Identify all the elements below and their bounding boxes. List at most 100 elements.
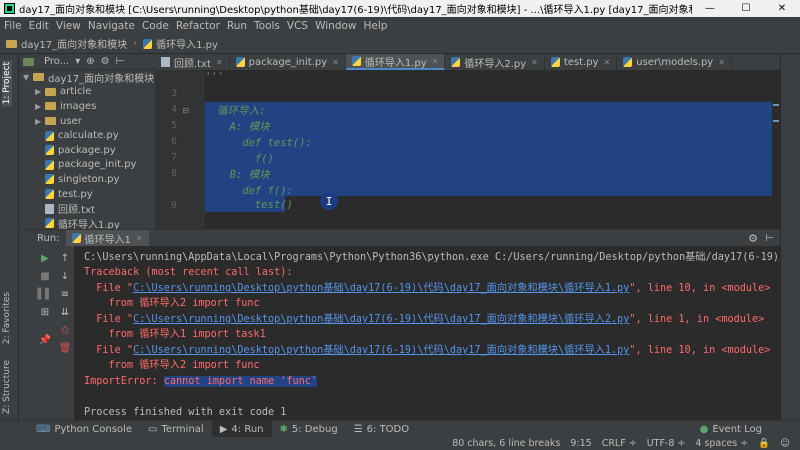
code-line: test() [217,199,293,211]
settings-icon[interactable]: ⚙ [101,56,110,67]
tree-item-label: package_init.py [58,159,137,171]
hide-panel-icon[interactable]: ⊢ [765,233,774,244]
menu-help[interactable]: Help [364,20,388,32]
tab-circular-import1[interactable]: 循环导入1.py ✕ [345,54,446,70]
print-icon[interactable]: ⎙ [59,324,71,336]
chevron-right-icon[interactable]: ▶ [35,102,45,111]
maximize-button[interactable]: ☐ [728,0,764,17]
file-link[interactable]: C:\Users\running\Desktop\python基础\day17(… [133,345,629,356]
tree-root[interactable]: ▼ day17_面向对象和模块 [19,70,155,85]
tab-terminal[interactable]: ▭ Terminal [140,421,212,438]
python-file-icon [45,174,54,185]
editor-scrollbar[interactable] [772,70,780,229]
rerun-icon[interactable]: ▶ [39,252,51,264]
scroll-down-icon[interactable]: ↓ [59,270,71,282]
chevron-down-icon[interactable]: ▾ [75,56,80,67]
menu-edit[interactable]: Edit [29,20,49,32]
menu-file[interactable]: File [4,20,22,32]
tree-item-images[interactable]: ▶ images [19,99,155,114]
pin-icon[interactable]: 📌 [39,334,51,346]
run-icon: ▶ [219,423,228,435]
tab-debug[interactable]: ✱ 5: Debug [272,421,346,438]
console-line: ImportError: cannot import name 'func' [84,374,318,389]
tree-item-package[interactable]: package.py [19,143,155,158]
tab-run[interactable]: ▶ 4: Run [211,420,272,438]
project-tool-tab[interactable]: 1: Project [2,60,12,107]
close-tab-icon[interactable]: ✕ [332,58,339,67]
tab-package-init[interactable]: package_init.py ✕ [230,54,346,70]
fold-icon[interactable]: ⊟ [182,106,189,115]
minimize-button[interactable]: — [692,0,728,17]
tab-python-console[interactable]: ⌨ Python Console [28,421,140,438]
soft-wrap-icon[interactable]: ≡ [59,288,71,300]
file-link[interactable]: C:\Users\running\Desktop\python基础\day17(… [133,314,629,325]
breadcrumb-project[interactable]: day17_面向对象和模块 [21,36,127,51]
menu-vcs[interactable]: VCS [287,20,308,32]
clear-all-icon[interactable]: 🗑 [59,342,72,354]
chevron-right-icon[interactable]: ▶ [35,87,45,96]
menu-view[interactable]: View [56,20,81,32]
hide-panel-icon[interactable]: ⊢ [116,56,125,67]
tab-circular-import2[interactable]: 循环导入2.py ✕ [445,54,545,70]
code-editor[interactable]: ''' 循环导入: A: 模块 def test(): f() B: 模块 de… [205,70,780,229]
chevron-right-icon[interactable]: ▶ [35,117,45,126]
tab-test[interactable]: test.py ✕ [545,54,618,70]
project-view-dropdown[interactable]: Pro... [44,56,69,67]
tab-review-txt[interactable]: 回顾.txt ✕ [155,54,230,70]
tab-event-log[interactable]: ● Event Log [692,421,770,438]
line-number: 9 [171,200,177,211]
tab-user-models[interactable]: user\models.py ✕ [617,54,732,70]
menu-tools[interactable]: Tools [254,20,280,32]
favorites-tool-tab[interactable]: 2: Favorites [2,292,12,344]
status-line-separator[interactable]: CRLF ÷ [602,438,637,449]
tree-item-test[interactable]: test.py [19,187,155,202]
status-indent[interactable]: 4 spaces ÷ [695,438,748,449]
chevron-down-icon[interactable]: ▼ [23,73,33,82]
tree-item-calculate[interactable]: calculate.py [19,128,155,143]
folder-icon [6,39,17,48]
run-console[interactable]: C:\Users\running\AppData\Local\Programs\… [74,246,780,420]
python-file-icon [45,145,54,156]
menu-code[interactable]: Code [142,20,169,32]
close-tab-icon[interactable]: ✕ [531,58,538,67]
python-file-icon [451,57,461,67]
tab-todo[interactable]: ☰ 6: TODO [346,421,417,438]
tree-item-user[interactable]: ▶ user [19,114,155,129]
tree-item-review-txt[interactable]: 回顾.txt [19,201,155,216]
close-tab-icon[interactable]: ✕ [604,58,611,67]
window-title: day17_面向对象和模块 [C:\Users\running\Desktop\… [19,5,692,16]
lock-icon[interactable]: 🔒 [758,438,770,449]
run-tab[interactable]: 循环导入1 ✕ [65,229,149,247]
settings-icon[interactable]: ⚙ [748,232,758,245]
scroll-up-icon[interactable]: ↑ [59,252,71,264]
sync-icon[interactable]: ⊕ [86,56,94,67]
menu-refactor[interactable]: Refactor [176,20,220,32]
menu-run[interactable]: Run [227,20,247,32]
line-number: 5 [171,120,177,131]
tree-item-singleton[interactable]: singleton.py [19,172,155,187]
menu-navigate[interactable]: Navigate [88,20,135,32]
menu-window[interactable]: Window [315,20,356,32]
close-tab-icon[interactable]: ✕ [136,234,143,243]
close-tab-icon[interactable]: ✕ [718,58,725,67]
tree-item-label: 循环导入1.py [58,219,120,229]
tree-item-article[interactable]: ▶ article [19,85,155,100]
pause-icon[interactable]: ▌▌ [37,288,52,300]
python-file-icon [45,159,54,170]
tree-item-package-init[interactable]: package_init.py [19,158,155,173]
stop-icon[interactable]: ■ [39,270,51,282]
console-text: File " [84,283,134,294]
tree-item-label: user [60,115,82,127]
file-link[interactable]: C:\Users\running\Desktop\python基础\day17(… [133,283,629,294]
close-button[interactable]: ✕ [764,0,800,17]
status-caret-position[interactable]: 9:15 [570,438,591,449]
scroll-to-end-icon[interactable]: ⇊ [59,306,71,318]
tree-item-circular-import1[interactable]: 循环导入1.py [19,216,155,229]
inspector-icon[interactable]: ☺ [780,438,790,449]
status-encoding[interactable]: UTF-8 ÷ [647,438,686,449]
structure-tool-tab[interactable]: Z: Structure [2,360,12,414]
close-tab-icon[interactable]: ✕ [216,58,223,67]
restore-layout-icon[interactable]: ⊞ [39,306,51,318]
close-tab-icon[interactable]: ✕ [432,57,439,66]
breadcrumb-file[interactable]: 循环导入1.py [156,36,218,51]
